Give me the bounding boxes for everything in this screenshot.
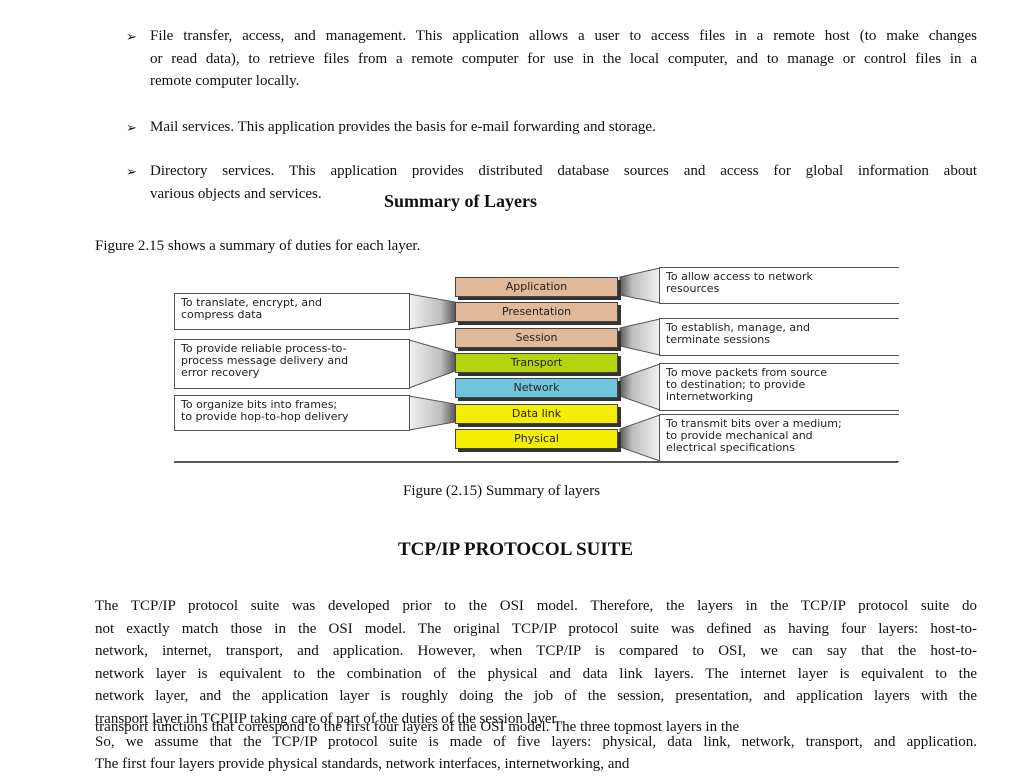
figure-caption: Figure (2.15) Summary of layers (403, 483, 601, 499)
connector-application (619, 267, 661, 304)
section-heading-tcpip: TCP/IP PROTOCOL SUITE (398, 539, 634, 560)
layer-presentation: Presentation (455, 302, 618, 322)
desc-session: To establish, manage, and terminate sess… (659, 318, 899, 356)
tcpip-paragraph: The TCP/IP protocol suite was developed … (95, 598, 977, 705)
five-layer-statement: So, we assume that the TCP/IP protocol s… (95, 734, 977, 750)
connector-physical (619, 414, 661, 462)
desc-application: To allow access to network resources (659, 267, 899, 304)
layer-physical: Physical (455, 429, 618, 449)
connector-network (619, 363, 661, 411)
layer-data-link: Data link (455, 404, 618, 424)
desc-data-link: To organize bits into frames; to provide… (174, 395, 410, 431)
desc-transport: To provide reliable process-to- process … (174, 339, 410, 389)
layer-network: Network (455, 378, 618, 398)
desc-physical: To transmit bits over a medium; to provi… (659, 414, 899, 462)
last-text-line: The first four layers provide physical s… (95, 756, 630, 772)
layer-transport: Transport (455, 353, 618, 373)
layer-session: Session (455, 328, 618, 348)
layer-application: Application (455, 277, 618, 297)
desc-presentation: To translate, encrypt, and compress data (174, 293, 410, 330)
connector-datalink (408, 395, 456, 431)
desc-network: To move packets from source to destinati… (659, 363, 899, 411)
connector-transport (408, 339, 456, 389)
connector-presentation (408, 293, 456, 330)
connector-session (619, 318, 661, 356)
